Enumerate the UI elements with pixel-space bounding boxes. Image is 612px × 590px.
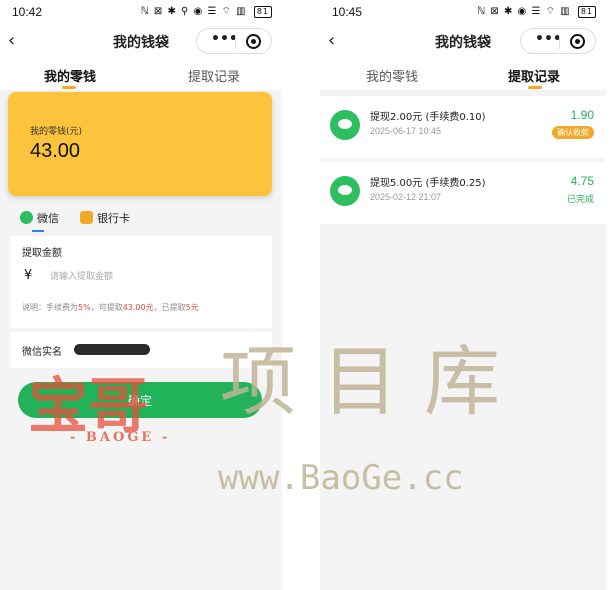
method-bank-card[interactable]: 银行卡 (80, 210, 130, 226)
note-mid2: ，已提取 (153, 303, 186, 312)
tab-withdraw-records[interactable]: 提取记录 (188, 66, 240, 85)
fee-note: 说明：手续费为5%，可提取43.00元，已提取5元 (22, 302, 199, 313)
amount-input[interactable] (50, 268, 250, 286)
bank-card-icon (80, 211, 93, 224)
nav-bar: ‹ 我的钱袋 ••• (320, 24, 606, 58)
list-item[interactable]: 提现2.00元 (手续费0.10) 2025-06-17 10:45 1.90 … (320, 96, 606, 158)
tab-my-change[interactable]: 我的零钱 (44, 66, 96, 85)
nav-bar: ‹ 我的钱袋 ••• (0, 24, 282, 58)
available-amount: 43.00元 (122, 303, 154, 312)
withdraw-form: 提取金额 ¥ 说明：手续费为5%，可提取43.00元，已提取5元 (10, 236, 272, 328)
confirm-receipt-button[interactable]: 确认收款 (552, 126, 594, 139)
method-bank-label: 银行卡 (97, 212, 130, 225)
mini-program-capsule: ••• (196, 28, 272, 54)
realname-redacted (74, 344, 150, 355)
record-amount: 4.75 (570, 174, 594, 188)
more-icon[interactable]: ••• (535, 31, 562, 47)
wechat-icon (330, 176, 360, 206)
record-title: 提现5.00元 (手续费0.25) (370, 178, 486, 189)
amount-title: 提取金额 (22, 248, 62, 259)
balance-card: 我的零钱(元) 43.00 (8, 92, 272, 196)
note-mid: ，可提取 (90, 303, 123, 312)
status-bar: 10:45 ℕ ⊠ ✱ ◉ ☰ ⌔ ▥ 81 (320, 0, 606, 24)
method-wechat[interactable]: 微信 (20, 210, 59, 226)
tab-my-change[interactable]: 我的零钱 (366, 66, 418, 85)
status-badge: 已完成 (566, 195, 594, 205)
realname-row: 微信实名 (10, 332, 272, 368)
status-time: 10:42 (12, 5, 43, 19)
list-item[interactable]: 提现5.00元 (手续费0.25) 2025-02-12 21:07 4.75 … (320, 162, 606, 224)
capsule-divider (235, 35, 236, 49)
realname-label: 微信实名 (22, 347, 62, 358)
close-target-icon[interactable] (570, 34, 585, 49)
withdraw-method-row: 微信 银行卡 (0, 206, 282, 234)
record-date: 2025-06-17 10:45 (370, 126, 442, 136)
tab-bar: 我的零钱 提取记录 (320, 58, 606, 90)
tab-active-indicator (528, 86, 542, 89)
record-amount: 1.90 (570, 108, 594, 122)
note-prefix: 说明：手续费为 (22, 303, 78, 312)
status-time: 10:45 (332, 5, 363, 19)
capsule-divider (559, 35, 560, 49)
status-icons-glyphs: ℕ ⊠ ✱ ⚲ ◉ ☰ ⌔ ▥ (140, 6, 247, 17)
status-icons: ℕ ⊠ ✱ ⚲ ◉ ☰ ⌔ ▥ 81 (141, 5, 272, 18)
tab-withdraw-records[interactable]: 提取记录 (508, 66, 560, 85)
status-icons-glyphs: ℕ ⊠ ✱ ◉ ☰ ⌔ ▥ (477, 6, 571, 17)
balance-label: 我的零钱(元) (30, 127, 83, 137)
wechat-icon (330, 110, 360, 140)
withdrawn-amount: 5元 (185, 303, 199, 312)
status-icons: ℕ ⊠ ✱ ◉ ☰ ⌔ ▥ 81 (477, 5, 596, 18)
method-active-indicator (32, 230, 44, 232)
mini-program-capsule: ••• (520, 28, 596, 54)
battery-icon: 81 (253, 6, 272, 18)
left-phone-screen: 10:42 ℕ ⊠ ✱ ⚲ ◉ ☰ ⌔ ▥ 81 ‹ 我的钱袋 ••• 我的零钱… (0, 0, 282, 590)
currency-symbol: ¥ (24, 268, 33, 283)
fee-rate: 5% (78, 303, 91, 312)
record-title: 提现2.00元 (手续费0.10) (370, 112, 486, 123)
record-date: 2025-02-12 21:07 (370, 192, 442, 202)
status-bar: 10:42 ℕ ⊠ ✱ ⚲ ◉ ☰ ⌔ ▥ 81 (0, 0, 282, 24)
method-wechat-label: 微信 (37, 212, 59, 225)
right-phone-screen: 10:45 ℕ ⊠ ✱ ◉ ☰ ⌔ ▥ 81 ‹ 我的钱袋 ••• 我的零钱 提… (320, 0, 606, 590)
battery-icon: 81 (577, 6, 596, 18)
balance-amount: 43.00 (30, 140, 81, 162)
tab-active-indicator (62, 86, 76, 89)
more-icon[interactable]: ••• (211, 31, 238, 47)
close-target-icon[interactable] (246, 34, 261, 49)
wechat-icon (20, 211, 33, 224)
tab-bar: 我的零钱 提取记录 (0, 58, 282, 90)
confirm-button[interactable]: 确定 (18, 382, 262, 418)
